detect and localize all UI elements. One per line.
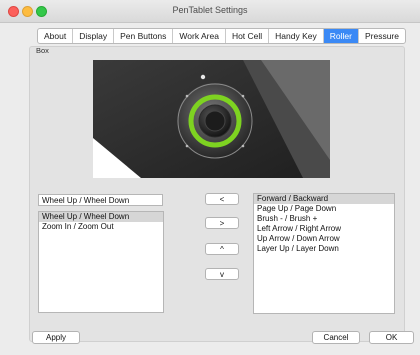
tablet-illustration	[93, 60, 330, 178]
cancel-button[interactable]: Cancel	[312, 331, 360, 344]
tab-pressure[interactable]: Pressure	[359, 29, 405, 43]
list-item[interactable]: Layer Up / Layer Down	[254, 244, 394, 254]
wheel-function-field[interactable]: Wheel Up / Wheel Down	[38, 194, 163, 206]
list-item[interactable]: Brush - / Brush +	[254, 214, 394, 224]
roller-center-cap	[204, 110, 226, 132]
list-item[interactable]: Forward / Backward	[254, 194, 394, 204]
window-title: PenTablet Settings	[172, 5, 248, 15]
tab-roller[interactable]: Roller	[323, 29, 359, 43]
tab-bar: About Display Pen Buttons Work Area Hot …	[37, 28, 406, 44]
tab-pen-buttons[interactable]: Pen Buttons	[114, 29, 174, 43]
list-item[interactable]: Page Up / Page Down	[254, 204, 394, 214]
tab-about[interactable]: About	[38, 29, 74, 43]
tab-work-area[interactable]: Work Area	[173, 29, 226, 43]
tablet-roller-image	[93, 60, 330, 178]
list-item[interactable]: Wheel Up / Wheel Down	[39, 212, 163, 222]
list-item[interactable]: Left Arrow / Right Arrow	[254, 224, 394, 234]
roller-mark-tl	[185, 94, 189, 98]
roller-mark-tr	[241, 94, 245, 98]
available-functions-list[interactable]: Forward / Backward Page Up / Page Down B…	[253, 193, 395, 314]
tab-handy-key[interactable]: Handy Key	[269, 29, 324, 43]
move-left-button[interactable]: <	[205, 193, 239, 205]
assigned-functions-list[interactable]: Wheel Up / Wheel Down Zoom In / Zoom Out	[38, 211, 164, 313]
move-right-button[interactable]: >	[205, 217, 239, 229]
ok-button[interactable]: OK	[369, 331, 414, 344]
group-label: Box	[36, 46, 49, 55]
list-item[interactable]: Zoom In / Zoom Out	[39, 222, 163, 232]
apply-button[interactable]: Apply	[32, 331, 80, 344]
tab-hot-cell[interactable]: Hot Cell	[226, 29, 270, 43]
indicator-light	[200, 74, 206, 80]
tab-display[interactable]: Display	[73, 29, 115, 43]
title-bar: PenTablet Settings	[0, 0, 420, 23]
list-item[interactable]: Up Arrow / Down Arrow	[254, 234, 394, 244]
settings-window: PenTablet Settings About Display Pen But…	[0, 0, 420, 355]
roller-mark-br	[241, 144, 245, 148]
move-up-button[interactable]: ^	[205, 243, 239, 255]
roller-mark-bl	[185, 144, 189, 148]
move-down-button[interactable]: v	[205, 268, 239, 280]
